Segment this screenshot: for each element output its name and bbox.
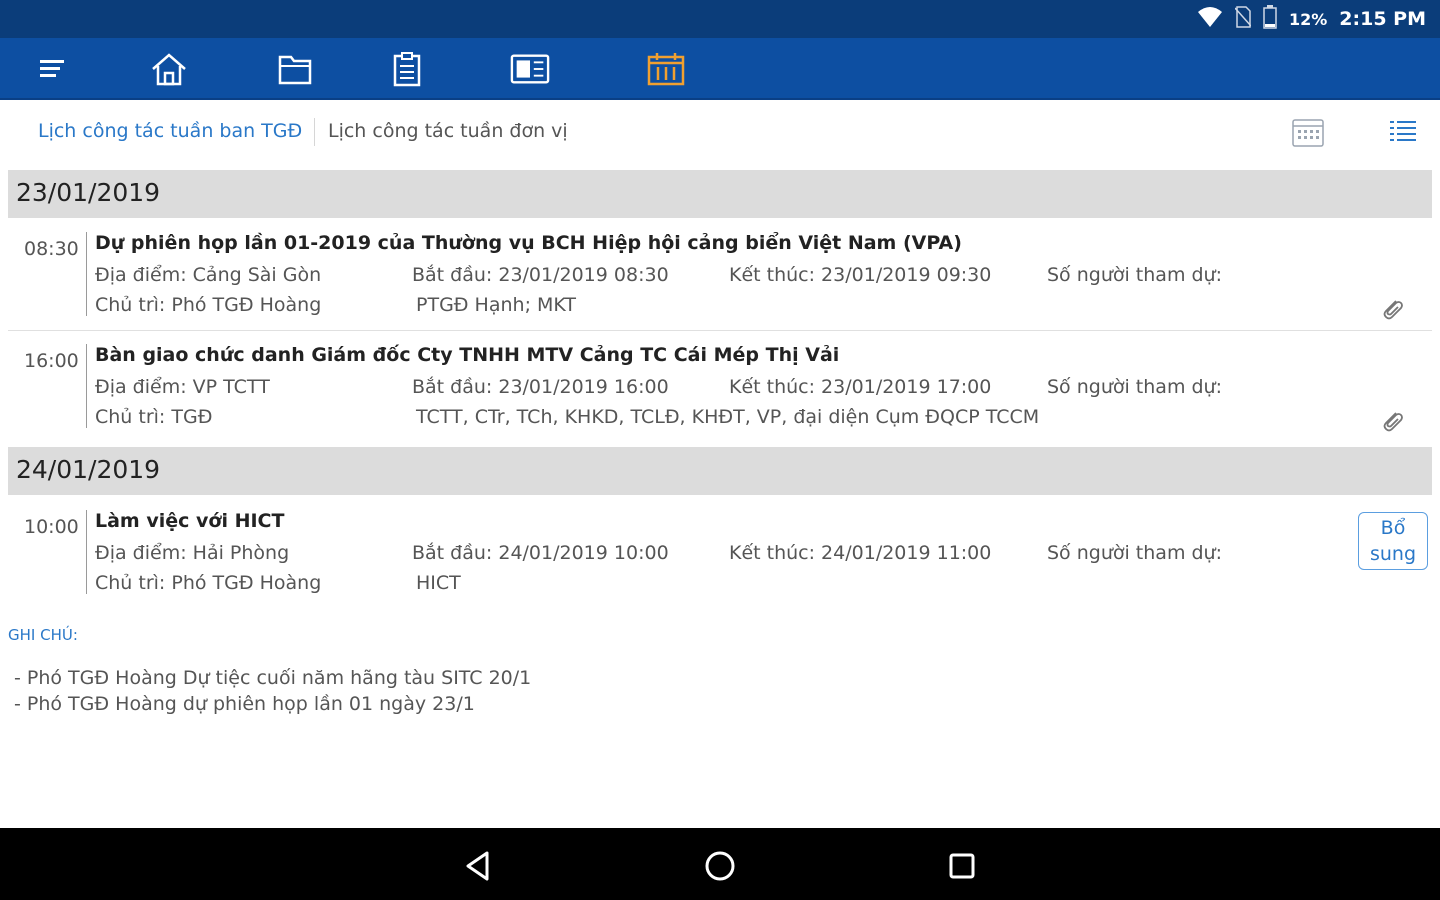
- tabs-row: Lịch công tác tuần ban TGĐ Lịch công tác…: [0, 100, 1440, 166]
- tab-separator: [314, 118, 315, 146]
- event-attendees: Số người tham dự:: [1047, 542, 1222, 564]
- menu-icon[interactable]: [32, 51, 72, 87]
- event-location: Địa điểm: Cảng Sài Gòn: [95, 264, 322, 286]
- date-header: 24/01/2019: [8, 447, 1432, 495]
- event-participants: TCTT, CTr, TCh, KHKD, TCLĐ, KHĐT, VP, đạ…: [416, 406, 1040, 428]
- row-divider: [8, 330, 1432, 331]
- status-indicators: 12% 2:15 PM: [1197, 4, 1426, 34]
- event-item[interactable]: 16:00 Bàn giao chức danh Giám đốc Cty TN…: [8, 332, 1432, 442]
- system-nav-bar: [0, 828, 1440, 900]
- event-host: Chủ trì: Phó TGĐ Hoàng: [95, 572, 322, 594]
- event-time: 10:00: [24, 516, 79, 538]
- event-item[interactable]: 10:00 Làm việc với HICT Địa điểm: Hải Ph…: [8, 498, 1432, 608]
- event-divider-line: [86, 510, 87, 594]
- calendar-icon[interactable]: [646, 51, 686, 87]
- event-end: Kết thúc: 23/01/2019 17:00: [729, 376, 992, 398]
- clipboard-icon[interactable]: [387, 51, 427, 87]
- list-view-icon[interactable]: [1384, 114, 1422, 150]
- status-bar: 12% 2:15 PM: [0, 0, 1440, 38]
- event-divider-line: [86, 344, 87, 428]
- back-icon[interactable]: [458, 846, 498, 886]
- attachment-icon[interactable]: [1380, 408, 1406, 434]
- event-time: 08:30: [24, 238, 79, 260]
- add-supplement-label-1: Bổ: [1380, 517, 1406, 539]
- event-divider-line: [86, 232, 87, 316]
- attachment-icon[interactable]: [1380, 296, 1406, 322]
- event-item[interactable]: 08:30 Dự phiên họp lần 01-2019 của Thườn…: [8, 220, 1432, 331]
- clock: 2:15 PM: [1339, 8, 1426, 30]
- event-start: Bắt đầu: 24/01/2019 10:00: [412, 542, 669, 564]
- event-participants: PTGĐ Hạnh; MKT: [416, 294, 576, 316]
- add-supplement-button[interactable]: Bổ sung: [1358, 512, 1428, 570]
- event-start: Bắt đầu: 23/01/2019 16:00: [412, 376, 669, 398]
- note-line: - Phó TGĐ Hoàng Dự tiệc cuối năm hãng tà…: [14, 667, 532, 689]
- event-location: Địa điểm: VP TCTT: [95, 376, 270, 398]
- calendar-view-icon[interactable]: [1289, 114, 1327, 150]
- recents-icon[interactable]: [942, 846, 982, 886]
- event-host: Chủ trì: Phó TGĐ Hoàng: [95, 294, 322, 316]
- event-attendees: Số người tham dự:: [1047, 264, 1222, 286]
- event-title: Dự phiên họp lần 01-2019 của Thường vụ B…: [95, 232, 962, 254]
- event-host: Chủ trì: TGĐ: [95, 406, 213, 428]
- notes-label: GHI CHÚ:: [8, 626, 78, 644]
- tab-weekly-board[interactable]: Lịch công tác tuần ban TGĐ: [38, 120, 302, 142]
- tab-weekly-unit[interactable]: Lịch công tác tuần đơn vị: [328, 120, 568, 142]
- folder-icon[interactable]: [275, 51, 315, 87]
- battery-icon: [1263, 4, 1277, 34]
- date-header: 23/01/2019: [8, 170, 1432, 218]
- event-participants: HICT: [416, 572, 461, 594]
- no-sim-icon: [1234, 5, 1252, 33]
- battery-percent: 12%: [1288, 9, 1328, 29]
- event-title: Làm việc với HICT: [95, 510, 285, 532]
- event-location: Địa điểm: Hải Phòng: [95, 542, 290, 564]
- wifi-icon: [1197, 6, 1223, 33]
- event-title: Bàn giao chức danh Giám đốc Cty TNHH MTV…: [95, 344, 840, 366]
- event-attendees: Số người tham dự:: [1047, 376, 1222, 398]
- add-supplement-label-2: sung: [1369, 543, 1417, 565]
- newspaper-icon[interactable]: [510, 51, 550, 87]
- event-start: Bắt đầu: 23/01/2019 08:30: [412, 264, 669, 286]
- event-end: Kết thúc: 23/01/2019 09:30: [729, 264, 992, 286]
- event-end: Kết thúc: 24/01/2019 11:00: [729, 542, 992, 564]
- top-toolbar: [0, 38, 1440, 100]
- event-time: 16:00: [24, 350, 79, 372]
- home-icon[interactable]: [149, 51, 189, 87]
- note-line: - Phó TGĐ Hoàng dự phiên họp lần 01 ngày…: [14, 693, 475, 715]
- home-circle-icon[interactable]: [700, 846, 740, 886]
